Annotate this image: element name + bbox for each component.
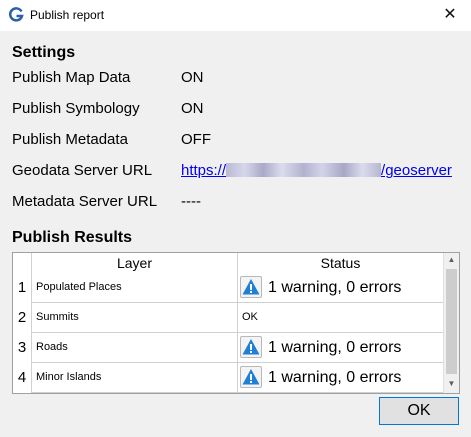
status-text: OK bbox=[242, 311, 258, 323]
redacted-host bbox=[226, 163, 382, 177]
app-logo-icon bbox=[8, 7, 24, 22]
status-cell[interactable]: 1 warning, 0 errors bbox=[238, 273, 444, 303]
column-header-status[interactable]: Status bbox=[238, 253, 444, 274]
row-number[interactable]: 4 bbox=[13, 363, 32, 393]
publish-symbology-value: ON bbox=[181, 100, 204, 117]
column-header-layer[interactable]: Layer bbox=[32, 253, 238, 274]
geodata-server-url-link[interactable]: https:// /geoserver bbox=[181, 162, 452, 179]
table-row[interactable]: Summits bbox=[32, 303, 238, 333]
status-cell[interactable]: OK bbox=[238, 303, 444, 333]
warning-icon[interactable] bbox=[240, 276, 262, 298]
table-row[interactable]: Roads bbox=[32, 333, 238, 363]
layer-name: Populated Places bbox=[36, 281, 122, 293]
warning-icon[interactable] bbox=[240, 366, 262, 388]
publish-map-data-value: ON bbox=[181, 69, 204, 86]
window-title: Publish report bbox=[30, 8, 105, 22]
title-bar: Publish report ✕ bbox=[0, 0, 471, 31]
geodata-server-url-label: Geodata Server URL bbox=[12, 162, 153, 179]
url-suffix: /geoserver bbox=[381, 162, 452, 179]
status-cell[interactable]: 1 warning, 0 errors bbox=[238, 363, 444, 393]
results-table[interactable]: Layer Status 1 Populated Places 1 warnin… bbox=[12, 252, 460, 394]
row-number[interactable]: 3 bbox=[13, 333, 32, 364]
publish-symbology-label: Publish Symbology bbox=[12, 100, 140, 117]
scroll-down-arrow-icon[interactable]: ▼ bbox=[444, 377, 459, 391]
publish-metadata-value: OFF bbox=[181, 131, 211, 148]
publish-map-data-label: Publish Map Data bbox=[12, 69, 131, 86]
row-number[interactable]: 1 bbox=[13, 273, 32, 304]
layer-name: Summits bbox=[36, 311, 79, 323]
layer-name: Roads bbox=[36, 341, 68, 353]
metadata-server-url-value: ---- bbox=[181, 193, 201, 210]
table-row[interactable]: Populated Places bbox=[32, 273, 238, 303]
status-text: 1 warning, 0 errors bbox=[268, 279, 402, 296]
vertical-scrollbar[interactable]: ▲ ▼ bbox=[443, 253, 459, 393]
close-button[interactable]: ✕ bbox=[440, 5, 460, 25]
url-prefix: https:// bbox=[181, 162, 227, 179]
settings-heading: Settings bbox=[12, 44, 76, 61]
publish-results-heading: Publish Results bbox=[12, 229, 133, 246]
ok-button[interactable]: OK bbox=[379, 397, 459, 425]
table-row[interactable]: Minor Islands bbox=[32, 363, 238, 393]
metadata-server-url-label: Metadata Server URL bbox=[12, 193, 158, 210]
status-text: 1 warning, 0 errors bbox=[268, 339, 402, 356]
scroll-thumb[interactable] bbox=[446, 269, 457, 374]
warning-icon[interactable] bbox=[240, 336, 262, 358]
status-cell[interactable]: 1 warning, 0 errors bbox=[238, 333, 444, 363]
scroll-up-arrow-icon[interactable]: ▲ bbox=[444, 253, 459, 267]
corner-header bbox=[13, 253, 32, 274]
publish-metadata-label: Publish Metadata bbox=[12, 131, 128, 148]
status-text: 1 warning, 0 errors bbox=[268, 369, 402, 386]
row-number[interactable]: 2 bbox=[13, 303, 32, 334]
layer-name: Minor Islands bbox=[36, 371, 102, 383]
